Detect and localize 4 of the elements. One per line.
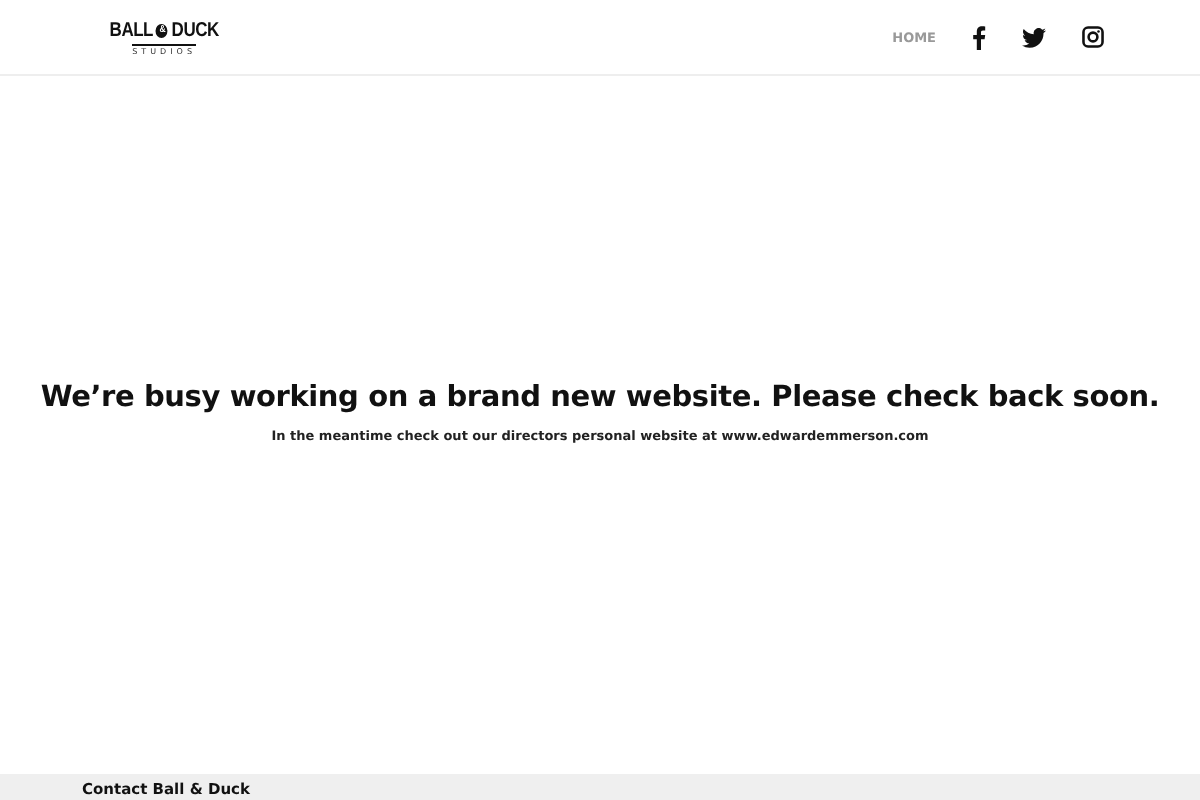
facebook-icon[interactable] (972, 25, 986, 49)
heading: We’re busy working on a brand new website. Please check back soon. (40, 382, 1160, 414)
twitter-icon[interactable] (1022, 27, 1046, 47)
instagram-icon[interactable] (1082, 26, 1104, 48)
